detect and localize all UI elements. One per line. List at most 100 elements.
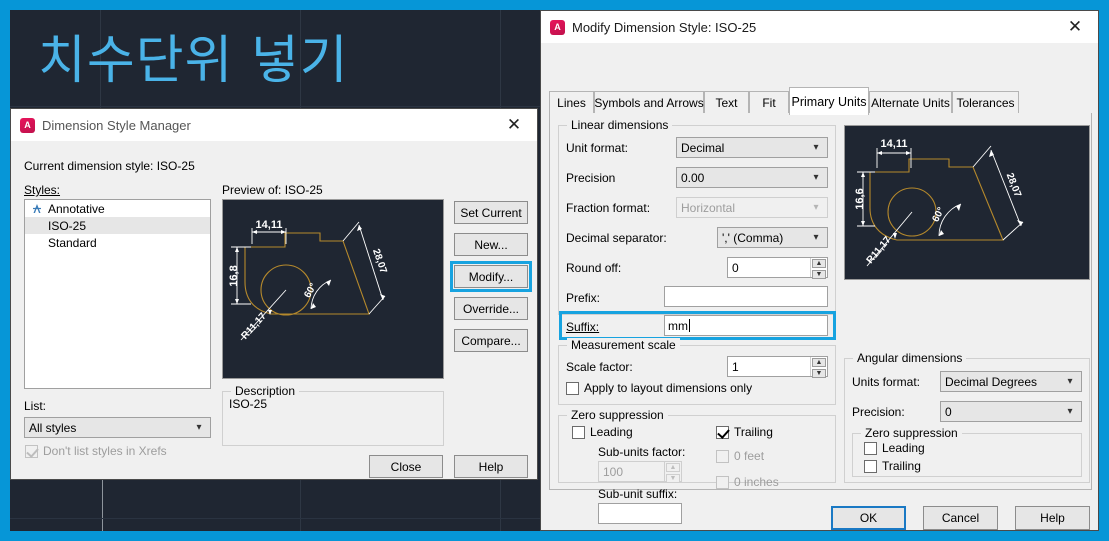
autocad-icon: A (550, 19, 565, 35)
close-icon[interactable]: ✕ (495, 109, 533, 141)
list-item[interactable]: Annotative (25, 200, 210, 217)
preview-drawing: 14,11 16,8 28,07 60° R11,17 (228, 219, 389, 342)
round-off-stepper[interactable]: 0 ▲ ▼ (727, 257, 828, 279)
stepper-down-icon[interactable]: ▼ (666, 474, 680, 483)
override-button[interactable]: Override... (454, 297, 528, 320)
zero-inches-label: 0 inches (734, 475, 779, 489)
angular-units-format-dropdown[interactable]: Decimal Degrees ▾ (940, 371, 1082, 392)
prefix-input[interactable] (664, 286, 828, 307)
angular-leading-checkbox[interactable]: Leading (864, 441, 925, 455)
stepper-buttons[interactable]: ▲ ▼ (810, 258, 827, 279)
list-item-label: ISO-25 (48, 218, 87, 233)
dsm-title: Dimension Style Manager (42, 117, 191, 133)
precision-value: 0.00 (681, 170, 705, 185)
list-item-label: Standard (48, 235, 97, 250)
description-value: ISO-25 (229, 397, 268, 411)
tab-fit[interactable]: Fit (749, 91, 789, 114)
preview-dim-left: 16,8 (228, 265, 240, 286)
decimal-separator-value: ',' (Comma) (722, 230, 784, 245)
annotative-icon (31, 203, 43, 215)
stepper-up-icon[interactable]: ▲ (666, 463, 680, 472)
modify-button[interactable]: Modify... (454, 265, 528, 288)
tab-alternate-units[interactable]: Alternate Units (869, 91, 952, 114)
dont-list-xrefs-label: Don't list styles in Xrefs (43, 444, 167, 458)
scale-factor-stepper[interactable]: 1 ▲ ▼ (727, 356, 828, 378)
tab-lines[interactable]: Lines (549, 91, 594, 114)
unit-format-dropdown[interactable]: Decimal ▾ (676, 137, 828, 158)
apply-layout-dimensions-checkbox[interactable]: Apply to layout dimensions only (566, 381, 752, 395)
angular-units-format-label: Units format: (852, 375, 921, 389)
dimension-style-manager-dialog: A Dimension Style Manager ✕ Current dime… (10, 108, 538, 480)
chevron-down-icon: ▾ (813, 202, 819, 213)
fraction-format-dropdown[interactable]: Horizontal ▾ (676, 197, 828, 218)
preview-drawing: 14,11 16,6 28,07 60° R11,17 (854, 138, 1024, 267)
list-filter-dropdown[interactable]: All styles ▾ (24, 417, 211, 438)
trailing-checkbox[interactable]: Trailing (716, 425, 773, 439)
chevron-down-icon: ▾ (196, 422, 202, 433)
round-off-label: Round off: (566, 261, 622, 275)
mds-help-button[interactable]: Help (1015, 506, 1090, 530)
sub-units-factor-stepper[interactable]: 100 ▲ ▼ (598, 461, 682, 483)
help-button[interactable]: Help (454, 455, 528, 478)
checkbox-box (572, 425, 585, 439)
checkbox-box (25, 444, 38, 458)
leading-checkbox[interactable]: Leading (572, 425, 633, 439)
chevron-down-icon: ▾ (813, 232, 819, 243)
decimal-separator-label: Decimal separator: (566, 231, 667, 245)
modify-dimension-style-dialog: A Modify Dimension Style: ISO-25 ✕ Lines… (540, 10, 1099, 531)
close-icon[interactable]: ✕ (1056, 11, 1094, 43)
sub-unit-suffix-input[interactable] (598, 503, 682, 524)
preview-label: Preview of: ISO-25 (222, 183, 323, 197)
scale-factor-value: 1 (732, 359, 739, 374)
dont-list-xrefs-checkbox[interactable]: Don't list styles in Xrefs (25, 444, 167, 458)
preview-dim-diagonal: 28,07 (1004, 171, 1023, 199)
chevron-down-icon: ▾ (1067, 376, 1073, 387)
tab-tolerances[interactable]: Tolerances (952, 91, 1019, 114)
stepper-buttons[interactable]: ▲ ▼ (664, 462, 681, 483)
list-item[interactable]: Standard (25, 234, 210, 251)
description-group: Description ISO-25 (222, 384, 444, 446)
list-item[interactable]: ISO-25 (25, 217, 210, 234)
sub-units-factor-value: 100 (603, 464, 624, 479)
preview-dim-left: 16,6 (854, 188, 866, 209)
angular-precision-dropdown[interactable]: 0 ▾ (940, 401, 1082, 422)
compare-button[interactable]: Compare... (454, 329, 528, 352)
zero-feet-checkbox[interactable]: 0 feet (716, 449, 764, 463)
set-current-button[interactable]: Set Current (454, 201, 528, 224)
checkbox-box (566, 381, 579, 395)
chevron-down-icon: ▾ (813, 142, 819, 153)
decimal-separator-dropdown[interactable]: ',' (Comma) ▾ (717, 227, 828, 248)
new-style-button[interactable]: New... (454, 233, 528, 256)
stepper-buttons[interactable]: ▲ ▼ (810, 357, 827, 378)
angular-trailing-checkbox[interactable]: Trailing (864, 459, 921, 473)
angular-precision-value: 0 (945, 404, 952, 419)
unit-format-value: Decimal (681, 140, 725, 155)
styles-listbox[interactable]: Annotative ISO-25 Standard (24, 199, 211, 389)
precision-dropdown[interactable]: 0.00 ▾ (676, 167, 828, 188)
dsm-body: Current dimension style: ISO-25 Styles: … (11, 141, 537, 480)
angular-zero-suppression-title: Zero suppression (861, 426, 962, 440)
close-button[interactable]: Close (369, 455, 443, 478)
stepper-down-icon[interactable]: ▼ (812, 270, 826, 279)
fraction-format-label: Fraction format: (566, 201, 651, 215)
cancel-button[interactable]: Cancel (923, 506, 998, 530)
ok-button[interactable]: OK (831, 506, 906, 530)
chevron-down-icon: ▾ (1067, 406, 1073, 417)
angular-units-format-value: Decimal Degrees (945, 374, 1038, 389)
text-caret (689, 319, 690, 332)
styles-label: Styles: (24, 183, 61, 197)
tab-text[interactable]: Text (704, 91, 749, 114)
current-dimension-style-label: Current dimension style: ISO-25 (24, 159, 195, 173)
stepper-up-icon[interactable]: ▲ (812, 259, 826, 268)
tab-primary-units[interactable]: Primary Units (789, 87, 869, 115)
stepper-down-icon[interactable]: ▼ (812, 369, 826, 378)
checkbox-box (864, 441, 877, 455)
chevron-down-icon: ▾ (813, 172, 819, 183)
mds-title: Modify Dimension Style: ISO-25 (572, 19, 757, 35)
suffix-input[interactable]: mm (664, 315, 828, 336)
zero-inches-checkbox[interactable]: 0 inches (716, 475, 779, 489)
stepper-up-icon[interactable]: ▲ (812, 358, 826, 367)
tab-symbols-and-arrows[interactable]: Symbols and Arrows (594, 91, 704, 114)
leading-label: Leading (590, 425, 633, 439)
zero-suppression-title: Zero suppression (567, 408, 668, 422)
